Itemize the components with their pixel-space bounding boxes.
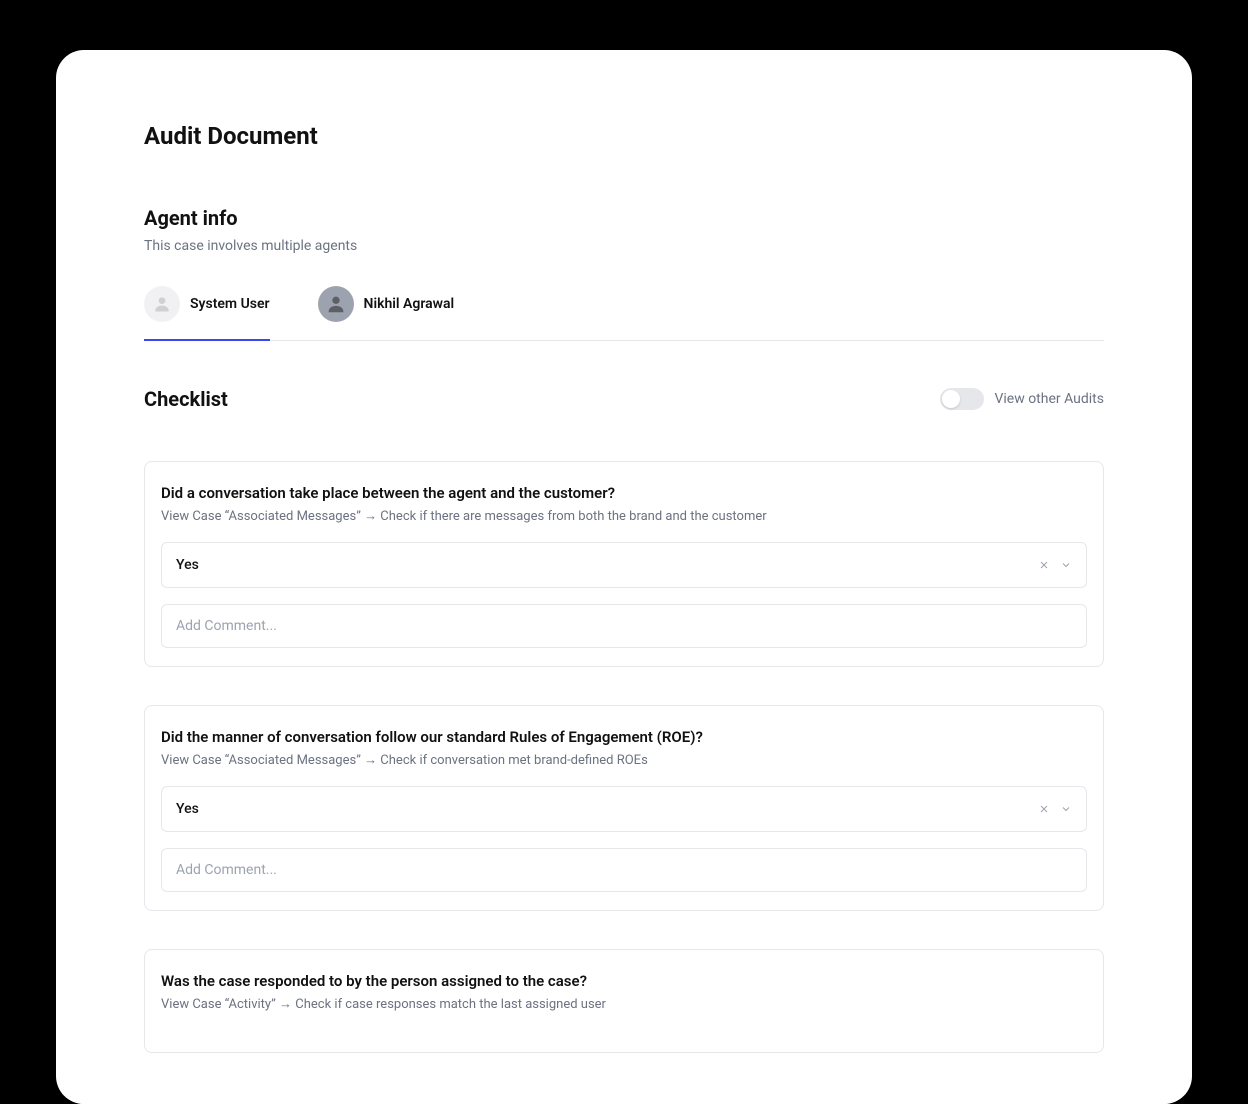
checklist-question: Did a conversation take place between th… (161, 484, 1087, 502)
answer-value: Yes (176, 801, 199, 817)
tab-label: Nikhil Agrawal (364, 296, 455, 312)
tab-system-user[interactable]: System User (144, 278, 270, 340)
checklist-question: Was the case responded to by the person … (161, 972, 1087, 990)
checklist-question: Did the manner of conversation follow ou… (161, 728, 1087, 746)
page-title: Audit Document (144, 122, 1104, 150)
select-icons (1038, 559, 1072, 571)
checklist-item: Was the case responded to by the person … (144, 949, 1104, 1053)
checklist-hint: View Case “Activity” → Check if case res… (161, 996, 1087, 1012)
checklist-item: Did the manner of conversation follow ou… (144, 705, 1104, 911)
view-other-audits-label: View other Audits (994, 391, 1104, 407)
clear-icon[interactable] (1038, 559, 1050, 571)
checklist-hint: View Case “Associated Messages” → Check … (161, 508, 1087, 524)
comment-placeholder: Add Comment... (176, 618, 277, 634)
bottom-fade (56, 1080, 1192, 1104)
answer-value: Yes (176, 557, 199, 573)
avatar (318, 286, 354, 322)
checklist-header: Checklist View other Audits (144, 387, 1104, 411)
tab-label: System User (190, 296, 270, 312)
checklist-heading: Checklist (144, 387, 228, 411)
select-icons (1038, 803, 1072, 815)
answer-select[interactable]: Yes (161, 542, 1087, 588)
content-area: Audit Document Agent info This case invo… (56, 50, 1192, 1053)
comment-input[interactable]: Add Comment... (161, 848, 1087, 892)
checklist-hint: View Case “Associated Messages” → Check … (161, 752, 1087, 768)
view-other-audits-control: View other Audits (940, 388, 1104, 410)
tab-nikhil-agrawal[interactable]: Nikhil Agrawal (318, 278, 455, 340)
answer-select[interactable]: Yes (161, 786, 1087, 832)
person-icon (152, 294, 172, 314)
clear-icon[interactable] (1038, 803, 1050, 815)
avatar (144, 286, 180, 322)
agent-tabs: System User Nikhil Agrawal (144, 278, 1104, 341)
comment-placeholder: Add Comment... (176, 862, 277, 878)
comment-input[interactable]: Add Comment... (161, 604, 1087, 648)
chevron-down-icon[interactable] (1060, 803, 1072, 815)
checklist-item: Did a conversation take place between th… (144, 461, 1104, 667)
chevron-down-icon[interactable] (1060, 559, 1072, 571)
app-window: Audit Document Agent info This case invo… (56, 50, 1192, 1104)
person-icon (325, 293, 347, 315)
agent-info-heading: Agent info (144, 206, 1104, 230)
view-other-audits-toggle[interactable] (940, 388, 984, 410)
agent-info-subtitle: This case involves multiple agents (144, 238, 1104, 254)
